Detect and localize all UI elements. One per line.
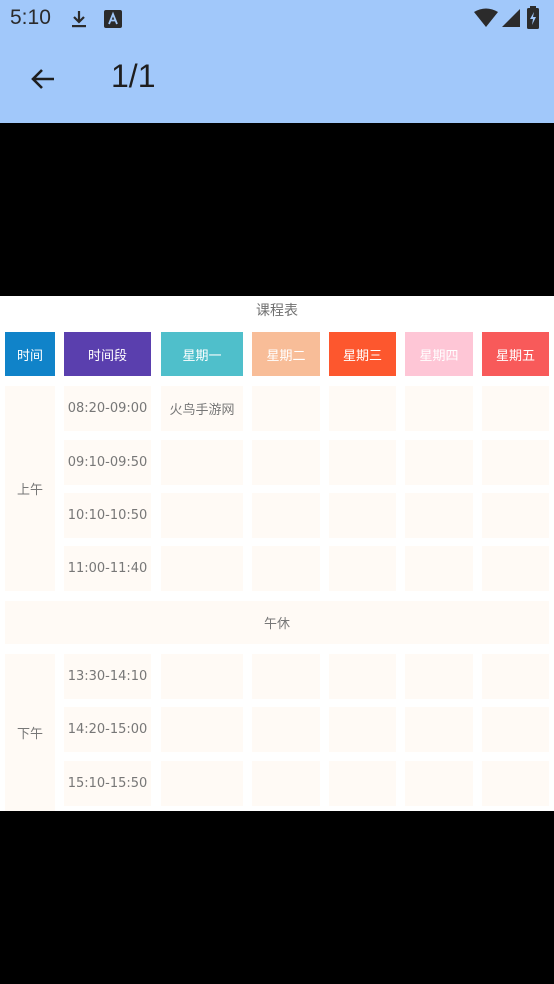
battery-icon — [527, 6, 539, 29]
course-cell[interactable] — [161, 493, 243, 538]
status-bar: 5:10 — [0, 0, 554, 38]
header-thursday: 星期四 — [405, 332, 473, 376]
course-cell[interactable] — [329, 761, 396, 806]
period-cell: 14:20-15:00 — [64, 707, 151, 752]
course-cell[interactable] — [252, 707, 320, 752]
header-tuesday: 星期二 — [252, 332, 320, 376]
download-icon — [72, 11, 86, 28]
arrow-back-icon — [31, 69, 54, 89]
period-cell: 10:10-10:50 — [64, 493, 151, 538]
course-cell[interactable] — [161, 707, 243, 752]
lunch-break-row: 午休 — [5, 601, 549, 644]
course-cell[interactable] — [405, 546, 473, 591]
course-cell[interactable] — [405, 654, 473, 699]
a-icon — [104, 10, 122, 28]
course-cell[interactable] — [482, 707, 549, 752]
course-cell[interactable] — [161, 761, 243, 806]
course-cell[interactable] — [329, 386, 396, 431]
period-cell: 11:00-11:40 — [64, 546, 151, 591]
course-cell[interactable] — [405, 440, 473, 485]
course-cell[interactable] — [161, 440, 243, 485]
period-cell: 09:10-09:50 — [64, 440, 151, 485]
morning-label: 上午 — [5, 386, 55, 591]
course-cell[interactable] — [482, 761, 549, 806]
period-cell: 13:30-14:10 — [64, 654, 151, 699]
course-cell[interactable] — [329, 707, 396, 752]
black-area-bottom — [0, 811, 554, 984]
header-monday: 星期一 — [161, 332, 243, 376]
course-cell[interactable] — [161, 654, 243, 699]
period-cell: 08:20-09:00 — [64, 386, 151, 431]
course-cell[interactable] — [252, 654, 320, 699]
header-time: 时间 — [5, 332, 55, 376]
course-cell[interactable] — [482, 654, 549, 699]
course-cell[interactable] — [161, 546, 243, 591]
course-cell[interactable] — [482, 440, 549, 485]
header-wednesday: 星期三 — [329, 332, 396, 376]
back-button[interactable] — [22, 58, 64, 100]
app-header: 5:10 1/1 — [0, 0, 554, 123]
course-cell[interactable] — [405, 386, 473, 431]
header-friday: 星期五 — [482, 332, 549, 376]
status-time: 5:10 — [10, 6, 51, 29]
afternoon-label: 下午 — [5, 654, 55, 811]
course-cell[interactable] — [252, 386, 320, 431]
page-title: 1/1 — [111, 58, 156, 94]
timetable-caption: 课程表 — [256, 303, 298, 319]
course-cell[interactable] — [482, 493, 549, 538]
course-cell[interactable] — [482, 546, 549, 591]
timetable-panel: 课程表 时间 时间段 星期一 星期二 星期三 星期四 星期五 上午 08:20-… — [0, 296, 554, 811]
period-cell: 15:10-15:50 — [64, 761, 151, 806]
signal-icon — [502, 9, 520, 27]
course-cell[interactable]: 火鸟手游网 — [161, 386, 243, 431]
course-cell[interactable] — [405, 493, 473, 538]
course-cell[interactable] — [252, 493, 320, 538]
header-period: 时间段 — [64, 332, 151, 376]
course-cell[interactable] — [329, 654, 396, 699]
wifi-icon — [474, 8, 498, 27]
course-cell[interactable] — [252, 546, 320, 591]
course-cell[interactable] — [329, 546, 396, 591]
course-cell[interactable] — [482, 386, 549, 431]
course-cell[interactable] — [252, 440, 320, 485]
course-cell[interactable] — [405, 761, 473, 806]
course-cell[interactable] — [329, 493, 396, 538]
course-cell[interactable] — [329, 440, 396, 485]
course-cell[interactable] — [252, 761, 320, 806]
course-cell[interactable] — [405, 707, 473, 752]
black-area — [0, 123, 554, 296]
